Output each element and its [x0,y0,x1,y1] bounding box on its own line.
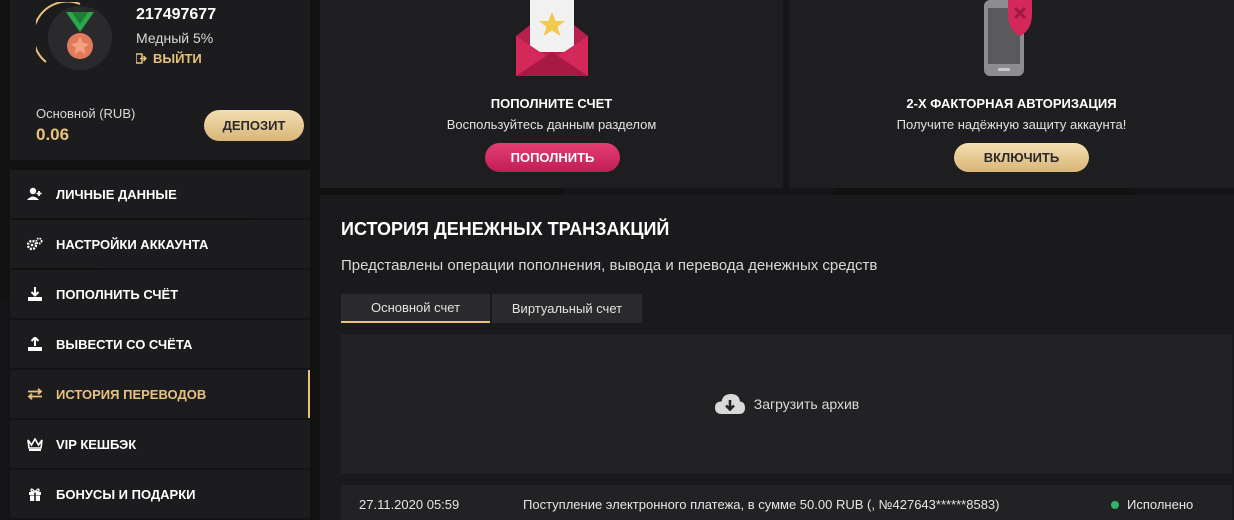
account-tabs: Основной счет Виртуальный счет [341,294,642,323]
topup-promo-title: ПОПОЛНИТЕ СЧЕТ [490,96,613,111]
tab-main-account[interactable]: Основной счет [341,294,490,323]
upload-icon [26,335,44,353]
sidebar-item-vip-cashback[interactable]: VIP КЕШБЭК [10,420,310,468]
deposit-button[interactable]: ДЕПОЗИТ [204,110,304,141]
sidebar-item-topup[interactable]: ПОПОЛНИТЬ СЧЁТ [10,270,310,318]
sidebar-item-label: ИСТОРИЯ ПЕРЕВОДОВ [56,386,207,402]
sidebar-menu: ЛИЧНЫЕ ДАННЫЕ НАСТРОЙКИ АККАУНТА ПОПОЛНИ… [10,170,310,520]
twofa-promo-subtitle: Получите надёжную защиту аккаунта! [896,117,1127,132]
download-archive-button[interactable]: Загрузить архив [341,334,1232,474]
transfer-arrows-icon [26,385,44,403]
sidebar-item-label: ПОПОЛНИТЬ СЧЁТ [56,286,179,302]
logout-label: ВЫЙТИ [153,51,202,66]
logout-icon [136,53,147,64]
sidebar-item-account-settings[interactable]: НАСТРОЙКИ АККАУНТА [10,220,310,268]
copper-medal-icon [36,2,112,70]
twofa-promo-card: 2-Х ФАКТОРНАЯ АВТОРИЗАЦИЯ Получите надёж… [789,0,1234,188]
download-icon [26,285,44,303]
table-row: 27.11.2020 05:59 Поступление электронног… [341,485,1232,520]
status-dot-icon [1111,500,1119,509]
user-level: Медный 5% [136,30,214,46]
topup-button[interactable]: ПОПОЛНИТЬ [485,143,620,172]
status-label: Исполнено [1127,497,1194,512]
sidebar-item-label: ВЫВЕСТИ СО СЧЁТА [56,336,193,352]
page-subtitle: Представлены операции пополнения, вывода… [341,257,878,274]
gears-icon [26,235,44,253]
twofa-promo-title: 2-Х ФАКТОРНАЯ АВТОРИЗАЦИЯ [906,96,1117,111]
user-add-icon [26,185,44,203]
profile-card: 217497677 Медный 5% ВЫЙТИ Основной (RUB)… [10,0,310,160]
topup-promo-subtitle: Воспользуйтесь данным разделом [446,117,657,132]
gift-icon [26,485,44,503]
sidebar-item-transfer-history[interactable]: ИСТОРИЯ ПЕРЕВОДОВ [10,370,310,418]
topup-promo-card: ПОПОЛНИТЕ СЧЕТ Воспользуйтесь данным раз… [320,0,783,188]
phone-shield-icon [983,0,1032,76]
cloud-download-icon [714,394,745,414]
sidebar-item-label: VIP КЕШБЭК [56,436,137,452]
status-badge: Исполнено [1111,497,1193,512]
enable-2fa-button[interactable]: ВКЛЮЧИТЬ [954,143,1089,172]
sidebar-item-label: БОНУСЫ И ПОДАРКИ [56,486,196,502]
tx-description: Поступление электронного платежа, в сумм… [523,497,1000,512]
sidebar-item-withdraw[interactable]: ВЫВЕСТИ СО СЧЁТА [10,320,310,368]
transaction-history-panel: ИСТОРИЯ ДЕНЕЖНЫХ ТРАНЗАКЦИЙ Представлены… [320,195,1234,520]
envelope-star-icon [515,0,588,76]
sidebar-item-label: ЛИЧНЫЕ ДАННЫЕ [56,186,177,202]
balance-label: Основной (RUB) [36,106,136,121]
tab-virtual-account[interactable]: Виртуальный счет [492,294,642,323]
user-id: 217497677 [136,6,217,23]
sidebar-item-bonuses[interactable]: БОНУСЫ И ПОДАРКИ [10,470,310,518]
crown-icon [26,435,44,453]
logout-link[interactable]: ВЫЙТИ [136,51,202,66]
sidebar-item-label: НАСТРОЙКИ АККАУНТА [56,236,209,252]
page-title: ИСТОРИЯ ДЕНЕЖНЫХ ТРАНЗАКЦИЙ [341,219,670,239]
archive-label: Загрузить архив [753,396,860,412]
sidebar-item-personal-data[interactable]: ЛИЧНЫЕ ДАННЫЕ [10,170,310,218]
balance-value: 0.06 [36,125,70,144]
tx-date: 27.11.2020 05:59 [359,497,460,512]
